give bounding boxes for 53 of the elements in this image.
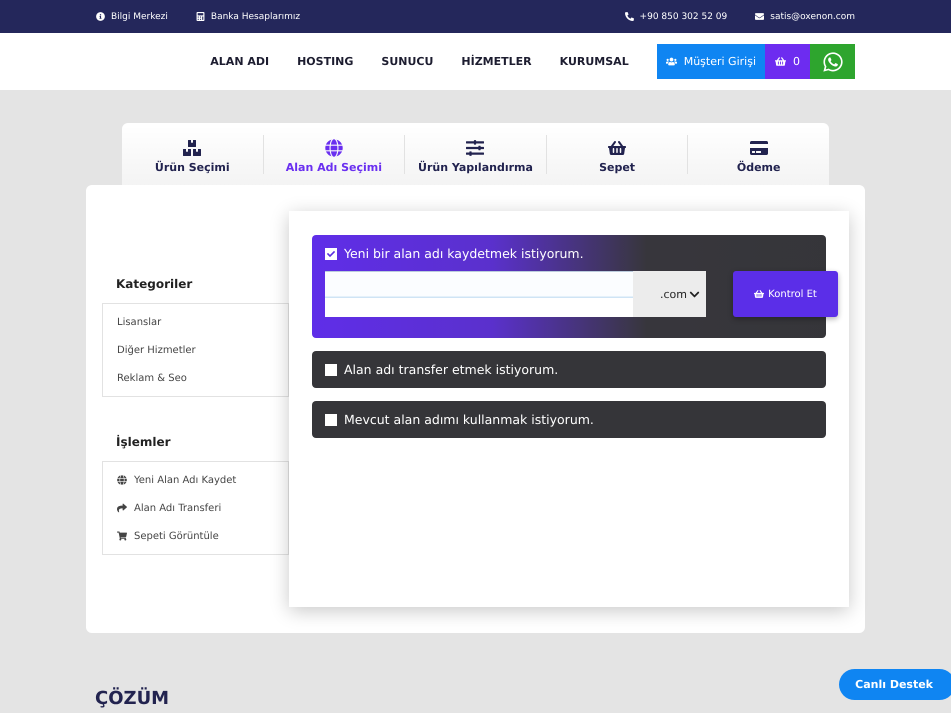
- cart-icon: [117, 531, 127, 541]
- chevron-icon: [689, 288, 700, 300]
- checkbox[interactable]: [325, 364, 337, 376]
- mail-icon: [755, 12, 764, 21]
- info-icon: [96, 12, 105, 21]
- boxes-icon: [183, 138, 202, 156]
- basket-icon: [775, 56, 786, 67]
- nav-link[interactable]: HOSTING: [297, 55, 354, 68]
- step-tab[interactable]: Ürün Yapılandırma: [404, 134, 546, 174]
- option-label: Alan adı transfer etmek istiyorum.: [344, 362, 558, 377]
- tld-select[interactable]: .com: [633, 271, 706, 317]
- phone-icon: [624, 12, 634, 21]
- nav-link[interactable]: HİZMETLER: [461, 55, 532, 68]
- category-link[interactable]: Lisanslar: [103, 308, 288, 336]
- checkbox[interactable]: [325, 414, 337, 426]
- action-link[interactable]: Alan Adı Transferi: [103, 494, 288, 522]
- option-label: Yeni bir alan adı kaydetmek istiyorum.: [344, 246, 584, 261]
- topbar-link[interactable]: Banka Hesaplarımız: [210, 12, 300, 22]
- users-icon: [666, 56, 677, 67]
- step-tab[interactable]: Sepet: [546, 134, 688, 174]
- whatsapp-button[interactable]: [810, 44, 855, 79]
- live-support-button[interactable]: Canlı Destek: [839, 669, 951, 700]
- nav-link[interactable]: SUNUCU: [381, 55, 434, 68]
- whatsapp-icon: [822, 50, 844, 72]
- step-tab[interactable]: Alan Adı Seçimi: [262, 134, 404, 174]
- nav-link[interactable]: ALAN ADI: [210, 55, 270, 68]
- basket-icon: [608, 138, 626, 156]
- topbar-link[interactable]: Bilgi Merkezi: [111, 12, 168, 22]
- section-title: Kategoriler: [116, 277, 194, 291]
- basket-icon: [754, 289, 764, 299]
- action-link[interactable]: Sepeti Görüntüle: [103, 522, 288, 550]
- globe-icon: [117, 475, 127, 485]
- globe-icon: [324, 138, 343, 156]
- topbar-link[interactable]: satis@oxenon.com: [770, 12, 855, 22]
- category-link[interactable]: Reklam & Seo: [103, 364, 288, 392]
- share-arrow-icon: [117, 503, 127, 513]
- section-title: İşlemler: [116, 435, 172, 449]
- domain-input[interactable]: [325, 271, 633, 317]
- step-tab[interactable]: Ürün Seçimi: [122, 134, 263, 174]
- cart-button[interactable]: 0: [765, 44, 810, 79]
- sliders-icon: [466, 138, 484, 156]
- action-link[interactable]: Yeni Alan Adı Kaydet: [103, 466, 288, 494]
- calculator-icon: [196, 12, 205, 21]
- login-button[interactable]: Müşteri Girişi: [656, 44, 765, 79]
- step-tab[interactable]: Ödeme: [687, 134, 829, 174]
- check-button[interactable]: Kontrol Et: [733, 271, 838, 317]
- section-heading: ÇÖZÜM: [95, 689, 170, 709]
- nav-link[interactable]: KURUMSAL: [560, 55, 629, 68]
- option-label: Mevcut alan adımı kullanmak istiyorum.: [344, 412, 594, 427]
- topbar-link[interactable]: +90 850 302 52 09: [640, 12, 728, 22]
- credit-card-icon: [750, 138, 768, 156]
- category-link[interactable]: Diğer Hizmetler: [103, 336, 288, 364]
- checkbox[interactable]: [325, 248, 337, 260]
